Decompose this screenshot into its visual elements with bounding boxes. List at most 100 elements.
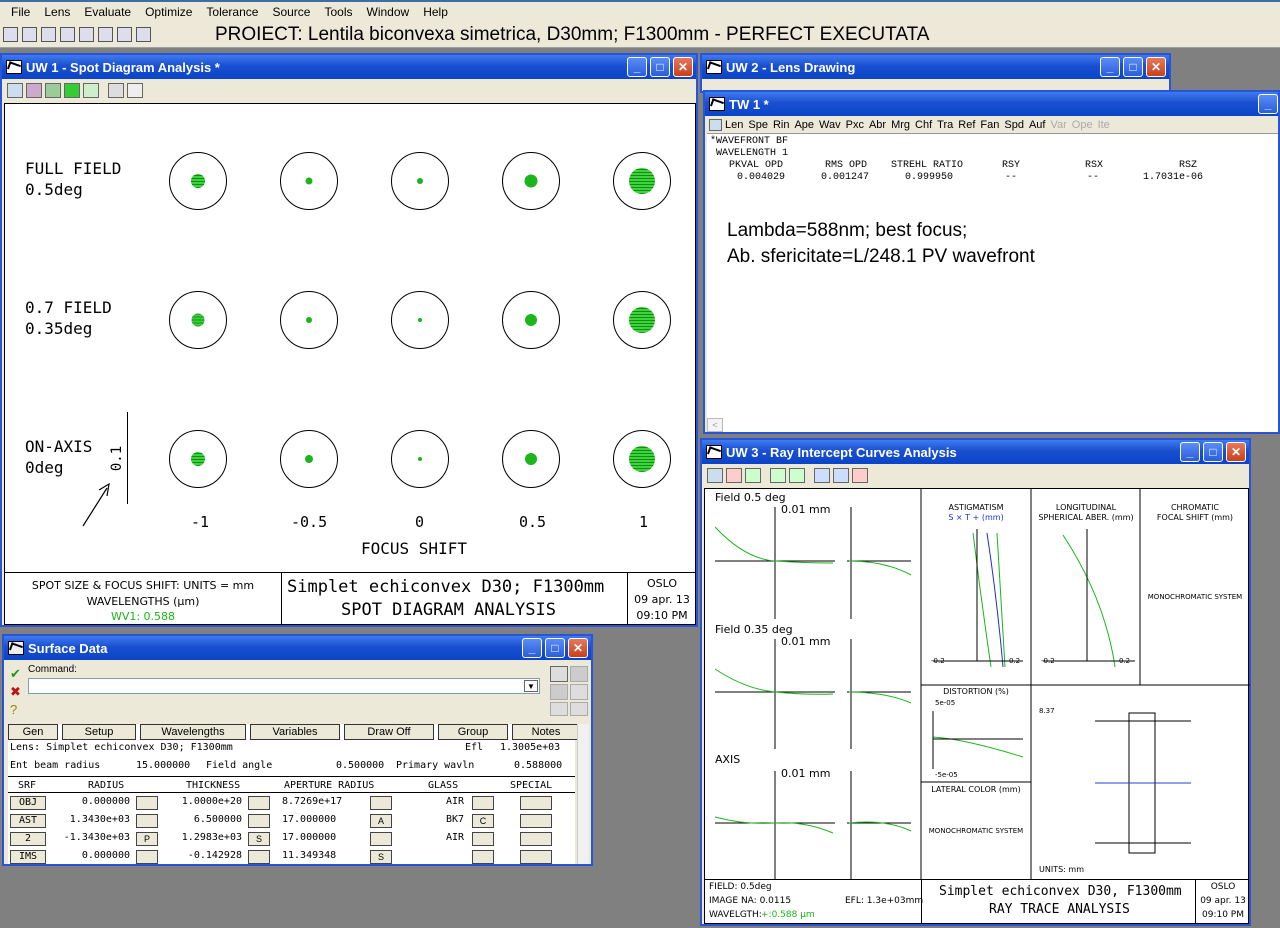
menu-evaluate[interactable]: Evaluate (77, 5, 138, 19)
special-button[interactable] (520, 832, 552, 846)
blank-icon[interactable] (550, 684, 568, 700)
minimize-button[interactable]: _ (1258, 94, 1278, 114)
ebr-value[interactable]: 15.000000 (136, 760, 190, 771)
tw1-menu-item[interactable]: Abr (869, 119, 886, 131)
command-input[interactable]: ▼ (28, 678, 540, 694)
radius-solve-button[interactable] (136, 850, 158, 864)
radius-solve-button[interactable] (136, 814, 158, 828)
grid-red-icon[interactable] (852, 467, 868, 483)
menu-window[interactable]: Window (360, 5, 417, 19)
tw1-menu-item[interactable]: Fan (980, 119, 999, 131)
tw1-menu-item[interactable]: Ape (794, 119, 814, 131)
srf-button[interactable]: OBJ (10, 796, 46, 810)
aperture-value[interactable]: 8.7269e+17 (282, 796, 352, 807)
close-button[interactable]: ✕ (1226, 442, 1246, 462)
blank-icon[interactable] (22, 27, 37, 42)
thickness-solve-button[interactable] (248, 814, 270, 828)
srf-button[interactable]: IMS (10, 850, 46, 864)
uw3-window[interactable]: UW 3 - Ray Intercept Curves Analysis _ □ ✕ (700, 438, 1251, 926)
close-button[interactable]: ✕ (673, 57, 693, 77)
minimize-button[interactable]: _ (1100, 57, 1120, 77)
glass-button[interactable] (472, 832, 494, 846)
line-icon[interactable] (814, 467, 830, 483)
tw1-menu-item[interactable]: Pxc (846, 119, 864, 131)
uw2-window[interactable]: UW 2 - Lens Drawing _ □ ✕ (700, 53, 1171, 93)
surface-button-wavelengths[interactable]: Wavelengths (140, 724, 246, 740)
tw1-titlebar[interactable]: TW 1 * _ (705, 92, 1278, 116)
menu-file[interactable]: File (4, 5, 37, 19)
maximize-button[interactable]: □ (545, 638, 565, 658)
document-icon[interactable] (127, 82, 143, 98)
green-circle-icon[interactable] (64, 82, 80, 98)
tw1-content[interactable]: *WAVEFRONT BF WAVELENGTH 1 PKVAL OPD RMS… (707, 133, 1278, 432)
surface-button-variables[interactable]: Variables (250, 724, 340, 740)
radius-solve-button[interactable] (136, 796, 158, 810)
radius-value[interactable]: 1.3430e+03 (56, 814, 130, 825)
cancel-x-icon[interactable]: ✖ (10, 684, 21, 700)
primary-wavln-value[interactable]: 0.588000 (514, 760, 562, 771)
grid-icon[interactable] (709, 118, 722, 131)
surface-button-notes[interactable]: Notes (512, 724, 580, 740)
aperture-value[interactable]: 17.000000 (282, 814, 352, 825)
minimize-button[interactable]: _ (1180, 442, 1200, 462)
fan-icon[interactable] (833, 467, 849, 483)
menu-optimize[interactable]: Optimize (138, 5, 199, 19)
menu-lens[interactable]: Lens (37, 5, 77, 19)
surface-button-setup[interactable]: Setup (62, 724, 136, 740)
grid-icon[interactable] (7, 82, 23, 98)
radius-value[interactable]: 0.000000 (56, 796, 130, 807)
tw1-menu-item[interactable]: Auf (1029, 119, 1046, 131)
blank-icon[interactable] (570, 666, 588, 682)
radius-solve-button[interactable]: P (136, 832, 158, 846)
grid-icon[interactable] (707, 467, 723, 483)
new-file-icon[interactable] (41, 27, 56, 42)
glass-button[interactable] (472, 796, 494, 810)
aperture-solve-button[interactable]: S (370, 850, 392, 864)
arrows-icon[interactable] (789, 467, 805, 483)
tw1-menu-item[interactable]: Spd (1004, 119, 1024, 131)
spot-icon[interactable] (45, 82, 61, 98)
tw1-window[interactable]: TW 1 * _ Len Spe Rin Ape Wav Pxc Abr Mrg Chf Tra R… (703, 90, 1280, 434)
thickness-solve-button[interactable] (248, 796, 270, 810)
thickness-value[interactable]: 1.2983e+03 (160, 832, 242, 843)
tw1-menu-item[interactable]: Spe (748, 119, 768, 131)
tw1-menu-item[interactable]: Chf (915, 119, 932, 131)
glass-value[interactable]: AIR (432, 796, 464, 807)
arrows-icon[interactable] (770, 467, 786, 483)
keyboard-icon[interactable] (550, 702, 568, 716)
tw1-menu-item[interactable]: Ref (958, 119, 975, 131)
field-angle-value[interactable]: 0.500000 (336, 760, 384, 771)
glass-value[interactable]: BK7 (432, 814, 464, 825)
close-button[interactable]: ✕ (1146, 57, 1166, 77)
surface-titlebar[interactable]: Surface Data _ □ ✕ (4, 636, 591, 660)
minimize-button[interactable]: _ (522, 638, 542, 658)
uw1-titlebar[interactable]: UW 1 - Spot Diagram Analysis * _ □ ✕ (2, 55, 696, 79)
efl-value[interactable]: 1.3005e+03 (500, 742, 560, 753)
srf-button[interactable]: AST (10, 814, 46, 828)
chevron-down-icon[interactable]: ▼ (524, 680, 538, 692)
uw1-window[interactable]: UW 1 - Spot Diagram Analysis * _ □ ✕ FULL … (0, 53, 698, 627)
glass-value[interactable]: AIR (432, 832, 464, 843)
menu-source[interactable]: Source (265, 5, 317, 19)
glass-button[interactable]: C (472, 814, 494, 828)
report-icon[interactable] (117, 27, 132, 42)
maximize-button[interactable]: □ (650, 57, 670, 77)
open-folder-icon[interactable] (60, 27, 75, 42)
special-button[interactable] (520, 814, 552, 828)
surface-button-group[interactable]: Group (438, 724, 508, 740)
close-button[interactable]: ✕ (568, 638, 588, 658)
list-icon[interactable] (550, 666, 568, 682)
plus-icon[interactable] (745, 467, 761, 483)
glass-button[interactable] (472, 850, 494, 864)
special-button[interactable] (520, 850, 552, 864)
cross-icon[interactable] (726, 467, 742, 483)
tw1-menu-item[interactable]: Len (725, 119, 743, 131)
pointer-icon[interactable] (108, 82, 124, 98)
uw2-titlebar[interactable]: UW 2 - Lens Drawing _ □ ✕ (702, 55, 1169, 79)
copy-icon[interactable] (570, 684, 588, 700)
target-icon[interactable] (26, 82, 42, 98)
surface-button-gen[interactable]: Gen (8, 724, 58, 740)
tw1-menu-item[interactable]: Tra (937, 119, 953, 131)
edit-icon[interactable] (98, 27, 113, 42)
curve-icon[interactable] (83, 82, 99, 98)
